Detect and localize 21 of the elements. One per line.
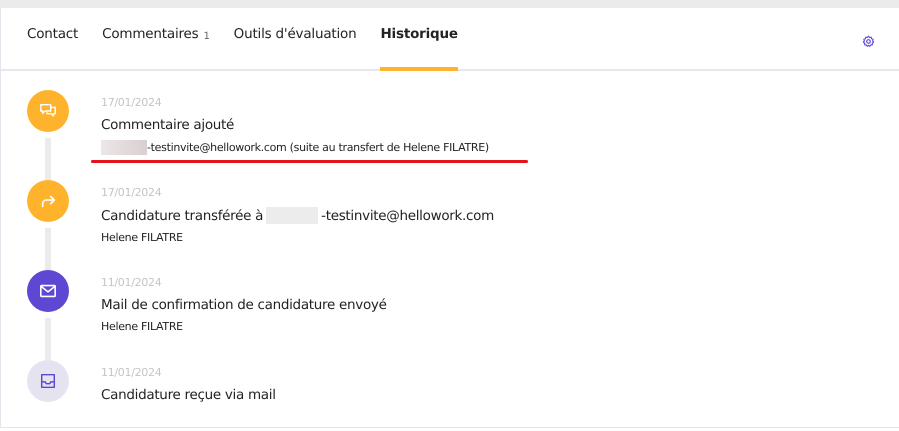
event-date: 11/01/2024 xyxy=(101,366,162,379)
event-detail: Helene FILATRE xyxy=(101,231,183,244)
event-title: Candidature reçue via mail xyxy=(101,387,276,403)
event-date: 17/01/2024 xyxy=(101,186,162,199)
event-title: Candidature transférée à xyxy=(101,208,264,224)
tab[interactable]: Commentaires 1 xyxy=(102,8,210,71)
tab[interactable]: Contact xyxy=(27,8,78,71)
event-date: 17/01/2024 xyxy=(101,96,162,109)
settings-icon[interactable] xyxy=(862,35,875,48)
inbox-tray-icon xyxy=(39,372,57,390)
event-title: Mail de confirmation de candidature envoyé xyxy=(101,297,387,313)
event-detail: Helene FILATRE xyxy=(101,320,183,333)
event-date: 11/01/2024 xyxy=(101,276,162,289)
event-detail: -testinvite@hellowork.com (suite au transfert de Helene FILATRE) xyxy=(147,141,489,154)
redaction-block xyxy=(101,140,147,155)
tab[interactable]: Historique xyxy=(380,8,458,71)
tab[interactable]: Outils d'évaluation xyxy=(234,8,356,71)
event-title: -testinvite@hellowork.com xyxy=(321,208,494,224)
envelope-icon xyxy=(39,282,57,300)
event-title: Commentaire ajouté xyxy=(101,117,234,133)
comment-count: 1 xyxy=(203,31,210,42)
